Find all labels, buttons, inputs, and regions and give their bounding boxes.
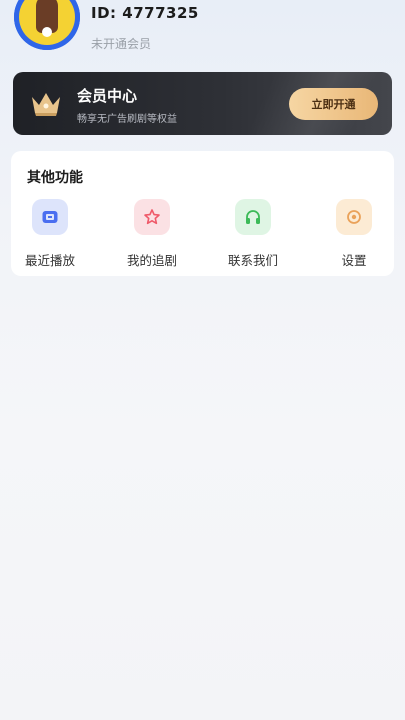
avatar[interactable]	[14, 0, 80, 50]
settings-item[interactable]: 设置	[319, 199, 389, 269]
my-series-label: 我的追剧	[126, 253, 177, 268]
settings-label: 设置	[341, 253, 367, 268]
play-history-icon	[42, 211, 58, 223]
avatar-badge	[42, 27, 52, 37]
my-series-item[interactable]: 我的追剧	[117, 199, 187, 269]
activate-now-button[interactable]: 立即开通	[289, 88, 378, 120]
recent-play-item[interactable]: 最近播放	[15, 199, 85, 269]
vip-subtitle: 畅享无广告刷剧等权益	[77, 114, 177, 125]
section-title: 其他功能	[27, 170, 83, 186]
user-id: ID: 4777325	[91, 4, 199, 22]
star-icon	[144, 209, 160, 225]
other-functions-card: 其他功能 最近播放 我的追剧 联系我们 设置	[11, 151, 394, 276]
contact-us-item[interactable]: 联系我们	[218, 199, 288, 269]
gear-icon	[347, 210, 361, 224]
vip-title: 会员中心	[77, 87, 138, 105]
member-status: 未开通会员	[91, 37, 152, 51]
profile-page: ID: 4777325 未开通会员 会员中心 畅享无广告刷剧等权益 立即开通 其…	[0, 0, 405, 720]
recent-play-label: 最近播放	[24, 253, 75, 268]
crown-icon	[32, 93, 60, 116]
profile-header[interactable]: ID: 4777325 未开通会员	[14, 0, 394, 60]
headset-icon	[246, 210, 260, 224]
vip-center-banner[interactable]: 会员中心 畅享无广告刷剧等权益 立即开通	[13, 72, 392, 135]
contact-us-label: 联系我们	[227, 253, 278, 268]
